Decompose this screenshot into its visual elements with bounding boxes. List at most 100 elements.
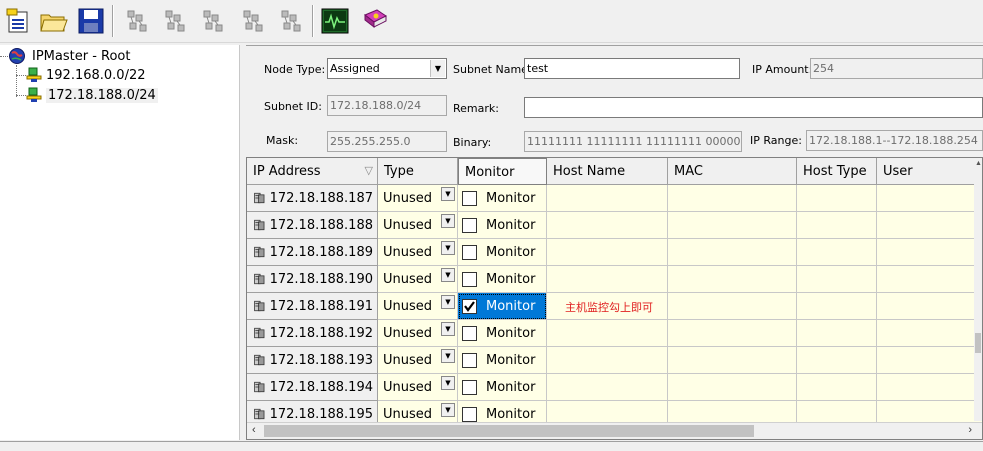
horizontal-scrollbar[interactable]: ‹ › — [247, 422, 982, 439]
ip-address-cell[interactable]: 172.18.188.191 — [247, 293, 378, 320]
table-row[interactable]: 172.18.188.193 Unused ▼ Monitor — [247, 347, 982, 374]
scroll-up-icon[interactable]: ▲ — [975, 160, 982, 167]
chevron-down-icon[interactable]: ▼ — [441, 268, 455, 282]
mac-cell[interactable] — [668, 347, 797, 374]
type-select[interactable]: Unused ▼ — [378, 239, 458, 266]
monitor-checkbox[interactable] — [462, 244, 477, 260]
column-header-ip-address[interactable]: IP Address ▽ — [247, 158, 378, 185]
column-header-type[interactable]: Type — [378, 158, 458, 185]
network-node-icon[interactable] — [196, 4, 230, 38]
host-name-cell[interactable] — [547, 239, 668, 266]
monitor-cell[interactable]: Monitor — [458, 239, 547, 266]
monitor-checkbox[interactable] — [462, 271, 477, 287]
monitor-cell[interactable]: Monitor — [458, 212, 547, 239]
mac-cell[interactable] — [668, 185, 797, 212]
monitor-cell[interactable]: Monitor — [458, 266, 547, 293]
mac-cell[interactable] — [668, 239, 797, 266]
monitor-checkbox[interactable] — [462, 325, 477, 341]
chevron-down-icon[interactable]: ▼ — [441, 241, 455, 255]
type-select[interactable]: Unused ▼ — [378, 185, 458, 212]
column-header-mac[interactable]: MAC — [668, 158, 797, 185]
table-row[interactable]: 172.18.188.188 Unused ▼ Monitor — [247, 212, 982, 239]
type-select[interactable]: Unused ▼ — [378, 293, 458, 320]
monitor-checkbox[interactable] — [462, 406, 477, 422]
ip-address-cell[interactable]: 172.18.188.193 — [247, 347, 378, 374]
tree-node-subnet-1[interactable]: 192.168.0.0/22 — [16, 66, 146, 84]
subnet-name-input[interactable]: test — [524, 58, 740, 79]
host-name-cell[interactable] — [547, 266, 668, 293]
tree-root-node[interactable]: IPMaster - Root — [0, 47, 130, 65]
save-icon[interactable] — [74, 4, 108, 38]
host-name-cell[interactable] — [547, 374, 668, 401]
chevron-down-icon[interactable]: ▼ — [441, 187, 455, 201]
chevron-down-icon[interactable]: ▼ — [441, 376, 455, 390]
ip-address-cell[interactable]: 172.18.188.187 — [247, 185, 378, 212]
user-cell[interactable] — [877, 320, 982, 347]
chevron-down-icon[interactable]: ▼ — [441, 403, 455, 417]
monitor-cell[interactable]: Monitor — [458, 293, 547, 320]
column-header-user[interactable]: User — [877, 158, 982, 185]
mac-cell[interactable] — [668, 212, 797, 239]
table-row[interactable]: 172.18.188.192 Unused ▼ Monitor — [247, 320, 982, 347]
chevron-down-icon[interactable]: ▼ — [441, 295, 455, 309]
monitor-checkbox[interactable] — [462, 379, 477, 395]
mac-cell[interactable] — [668, 320, 797, 347]
help-book-icon[interactable] — [358, 4, 392, 38]
monitor-cell[interactable]: Monitor — [458, 374, 547, 401]
ip-address-cell[interactable]: 172.18.188.190 — [247, 266, 378, 293]
host-name-cell[interactable] — [547, 347, 668, 374]
user-cell[interactable] — [877, 266, 982, 293]
type-select[interactable]: Unused ▼ — [378, 320, 458, 347]
monitor-cell[interactable]: Monitor — [458, 320, 547, 347]
network-node-icon[interactable] — [236, 4, 270, 38]
user-cell[interactable] — [877, 239, 982, 266]
host-name-cell[interactable] — [547, 320, 668, 347]
remark-input[interactable] — [524, 97, 983, 118]
column-header-monitor[interactable]: Monitor — [458, 158, 547, 185]
ip-address-cell[interactable]: 172.18.188.194 — [247, 374, 378, 401]
mac-cell[interactable] — [668, 293, 797, 320]
table-row[interactable]: 172.18.188.189 Unused ▼ Monitor — [247, 239, 982, 266]
monitor-cell[interactable]: Monitor — [458, 347, 547, 374]
scroll-left-icon[interactable]: ‹ — [252, 424, 256, 436]
host-name-cell[interactable]: 主机监控勾上即可 — [547, 293, 668, 320]
network-node-icon[interactable] — [120, 4, 154, 38]
host-type-cell[interactable] — [797, 293, 877, 320]
host-type-cell[interactable] — [797, 266, 877, 293]
table-row[interactable]: 172.18.188.187 Unused ▼ Monitor — [247, 185, 982, 212]
chevron-down-icon[interactable]: ▼ — [430, 60, 445, 77]
ip-address-cell[interactable]: 172.18.188.189 — [247, 239, 378, 266]
host-type-cell[interactable] — [797, 212, 877, 239]
monitor-graph-icon[interactable] — [318, 4, 352, 38]
table-row[interactable]: 172.18.188.190 Unused ▼ Monitor — [247, 266, 982, 293]
chevron-down-icon[interactable]: ▼ — [441, 322, 455, 336]
type-select[interactable]: Unused ▼ — [378, 266, 458, 293]
monitor-checkbox[interactable] — [462, 190, 477, 206]
mac-cell[interactable] — [668, 266, 797, 293]
user-cell[interactable] — [877, 293, 982, 320]
user-cell[interactable] — [877, 347, 982, 374]
host-name-cell[interactable] — [547, 212, 668, 239]
host-type-cell[interactable] — [797, 320, 877, 347]
user-cell[interactable] — [877, 212, 982, 239]
scroll-thumb[interactable] — [264, 425, 754, 437]
host-type-cell[interactable] — [797, 185, 877, 212]
vertical-scrollbar[interactable]: ▲ — [974, 158, 982, 421]
mac-cell[interactable] — [668, 374, 797, 401]
ip-address-cell[interactable]: 172.18.188.192 — [247, 320, 378, 347]
user-cell[interactable] — [877, 185, 982, 212]
monitor-checkbox[interactable] — [462, 298, 477, 314]
user-cell[interactable] — [877, 374, 982, 401]
monitor-checkbox[interactable] — [462, 352, 477, 368]
type-select[interactable]: Unused ▼ — [378, 212, 458, 239]
type-select[interactable]: Unused ▼ — [378, 374, 458, 401]
table-row[interactable]: 172.18.188.191 Unused ▼ Monitor 主机监控勾上即可 — [247, 293, 982, 320]
scroll-thumb[interactable] — [975, 333, 981, 353]
host-type-cell[interactable] — [797, 239, 877, 266]
ip-address-cell[interactable]: 172.18.188.188 — [247, 212, 378, 239]
column-header-host-name[interactable]: Host Name — [547, 158, 668, 185]
chevron-down-icon[interactable]: ▼ — [441, 349, 455, 363]
host-type-cell[interactable] — [797, 347, 877, 374]
chevron-down-icon[interactable]: ▼ — [441, 214, 455, 228]
tree-node-subnet-2[interactable]: 172.18.188.0/24 — [16, 86, 158, 104]
